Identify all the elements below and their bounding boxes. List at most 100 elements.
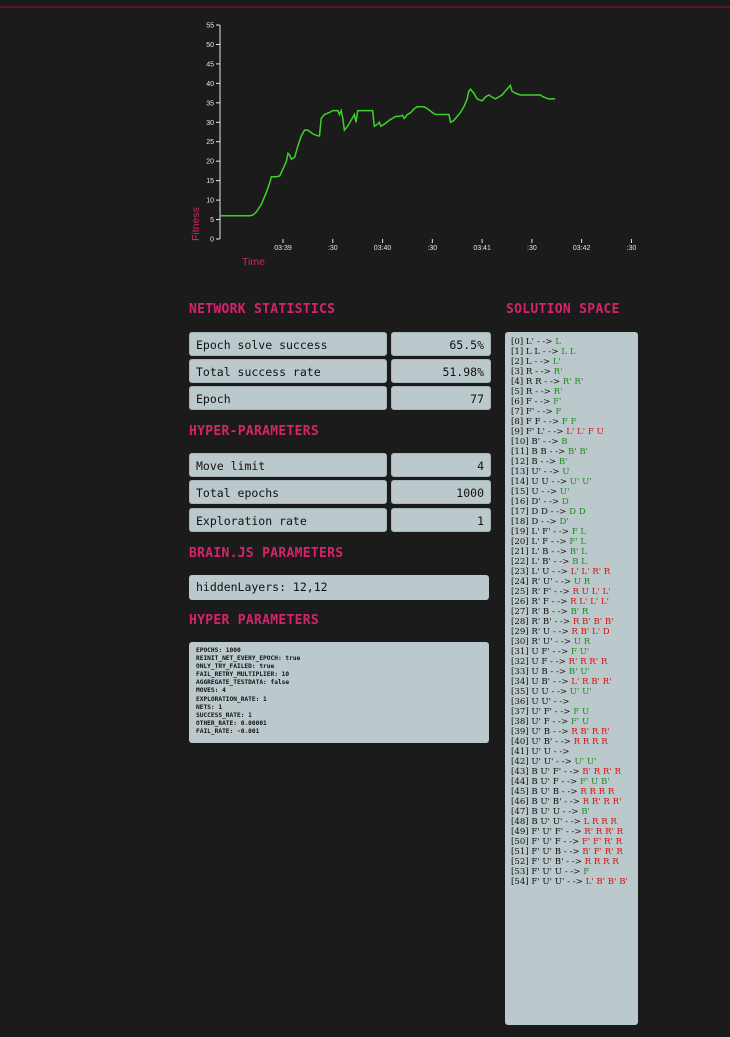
stat-value: 51.98% — [391, 359, 491, 383]
solution-moves-success: U' U' — [569, 477, 592, 487]
solution-scramble: [47] B U' U - -> — [511, 807, 582, 817]
solution-moves-success: B' L — [569, 547, 587, 557]
solution-item: [15] U - -> U' — [511, 487, 634, 497]
solution-moves-failed: B' R R' R — [582, 767, 621, 777]
stat-row-total-success-rate: Total success rate 51.98% — [189, 359, 491, 385]
solution-scramble: [52] F' U' B' - -> — [511, 857, 585, 867]
solution-item: [41] U' U - -> — [511, 747, 634, 757]
solution-item: [43] B U' F' - -> B' R R' R — [511, 767, 634, 777]
solution-item: [37] U' F' - -> F U — [511, 707, 634, 717]
solution-scramble: [17] D D - -> — [511, 507, 570, 517]
solution-moves-success: F' U B' — [579, 777, 610, 787]
y-tick-label: 5 — [210, 217, 214, 224]
hyper-line: NETS: 1 — [196, 703, 223, 711]
solution-moves-failed: R B' L' D — [571, 627, 610, 637]
solution-item: [36] U U' - -> — [511, 697, 634, 707]
solution-moves-success: F' U — [570, 717, 590, 727]
solution-item: [51] F' U' B - -> B' F' R' R — [511, 847, 634, 857]
solution-item: [1] L L - -> L L — [511, 347, 634, 357]
hyper-line: EPOCHS: 1000 — [196, 647, 241, 654]
solution-scramble: [25] R' F' - -> — [511, 587, 573, 597]
solution-scramble: [50] F' U' F - -> — [511, 837, 582, 847]
solution-moves-success: F' L — [569, 537, 587, 547]
solution-moves-failed: R B' R R' — [571, 727, 610, 737]
y-tick-label: 55 — [206, 23, 214, 30]
solution-scramble: [51] F' U' B - -> — [511, 847, 583, 857]
param-label: Move limit — [189, 453, 387, 477]
solution-scramble: [44] B U' F - -> — [511, 777, 580, 787]
solution-scramble: [22] L' B' - -> — [511, 557, 573, 567]
solution-scramble: [33] U B - -> — [511, 667, 569, 677]
solution-moves-failed: L' B' B' B' — [585, 877, 628, 887]
solution-item: [27] R' B - -> B' R — [511, 607, 634, 617]
solution-scramble: [12] B - -> — [511, 457, 559, 467]
solution-scramble: [20] L' F - -> — [511, 537, 570, 547]
solution-scramble: [9] F' L' - -> — [511, 427, 567, 437]
y-tick-label: 10 — [206, 198, 214, 205]
stat-label: Epoch solve success — [189, 332, 387, 356]
solution-scramble: [37] U' F' - -> — [511, 707, 574, 717]
solution-moves-success: D — [561, 497, 569, 507]
solution-scramble: [39] U' B - -> — [511, 727, 572, 737]
solution-scramble: [28] R' B' - -> — [511, 617, 573, 627]
solution-scramble: [49] F' U' F' - -> — [511, 827, 585, 837]
solution-item: [14] U U - -> U' U' — [511, 477, 634, 487]
solution-item: [10] B' - -> B — [511, 437, 634, 447]
solution-moves-success: L' — [552, 357, 561, 367]
hyper-parameters-heading: HYPER-PARAMETERS — [189, 424, 320, 439]
solution-moves-success: U R — [573, 577, 591, 587]
solution-moves-success: F — [583, 867, 590, 877]
solution-item: [31] U F' - -> F U' — [511, 647, 634, 657]
hyper-line: MOVES: 4 — [196, 687, 226, 695]
solution-moves-success: R' R' — [562, 377, 584, 387]
solution-moves-failed: R L' L' L' — [570, 597, 609, 607]
hyper-parameters-raw-heading: HYPER PARAMETERS — [189, 613, 320, 628]
x-tick-label: 03:42 — [573, 245, 591, 252]
solution-scramble: [29] R' U - -> — [511, 627, 572, 637]
network-statistics-heading: NETWORK STATISTICS — [189, 302, 336, 317]
y-tick-label: 15 — [206, 178, 214, 185]
solution-item: [24] R' U' - -> U R — [511, 577, 634, 587]
hyper-line: OTHER_RATE: 0.00001 — [196, 719, 267, 727]
solution-item: [8] F F - -> F F — [511, 417, 634, 427]
solution-item: [13] U' - -> U — [511, 467, 634, 477]
solution-moves-failed: B' F' R' R — [582, 847, 623, 857]
x-tick-label: 03:39 — [274, 245, 292, 252]
solution-item: [35] U U - -> U' U' — [511, 687, 634, 697]
solution-scramble: [32] U F - -> — [511, 657, 569, 667]
stat-label: Epoch — [189, 386, 387, 410]
solution-moves-success: F U — [573, 707, 590, 717]
solution-moves-failed: R R' R R' — [582, 797, 622, 807]
solution-item: [42] U' U' - -> U' U' — [511, 757, 634, 767]
solution-moves-failed: R' R R' R — [584, 827, 624, 837]
solution-scramble: [48] B U' U' - -> — [511, 817, 584, 827]
solution-scramble: [13] U' - -> — [511, 467, 563, 477]
top-divider — [0, 6, 730, 8]
y-tick-label: 45 — [206, 61, 214, 68]
solution-item: [19] L' F' - -> F L — [511, 527, 634, 537]
solution-space-list: [0] L' - -> L [1] L L - -> L L [2] L - -> … — [505, 332, 638, 1025]
solution-moves-failed: R' R R' R — [568, 657, 608, 667]
solution-item: [18] D - -> D' — [511, 517, 634, 527]
solution-item: [52] F' U' B' - -> R R R R — [511, 857, 634, 867]
solution-scramble: [15] U - -> — [511, 487, 560, 497]
y-tick-label: 0 — [210, 237, 214, 244]
stat-label: Total success rate — [189, 359, 387, 383]
solution-item: [54] F' U' U' - -> L' B' B' B' — [511, 877, 634, 887]
solution-moves-failed: R R R R — [584, 857, 619, 867]
solution-item: [34] U B' - -> L' R B' R' — [511, 677, 634, 687]
solution-moves-success: D' — [559, 517, 569, 527]
hyper-line: ONLY_TRY_FAILED: true — [196, 663, 275, 671]
y-tick-label: 20 — [206, 159, 214, 166]
solution-scramble: [34] U B' - -> — [511, 677, 572, 687]
solution-moves-success: B' — [558, 457, 568, 467]
solution-item: [20] L' F - -> F' L — [511, 537, 634, 547]
solution-moves-failed: R U L' L' — [572, 587, 611, 597]
param-value: 1 — [391, 508, 491, 532]
solution-scramble: [31] U F' - -> — [511, 647, 571, 657]
brainjs-hidden-layers: hiddenLayers: 12,12 — [189, 575, 489, 600]
solution-scramble: [21] L' B - -> — [511, 547, 570, 557]
solution-scramble: [11] B B - -> — [511, 447, 568, 457]
solution-moves-success: F — [555, 407, 562, 417]
solution-item: [38] U' F - -> F' U — [511, 717, 634, 727]
